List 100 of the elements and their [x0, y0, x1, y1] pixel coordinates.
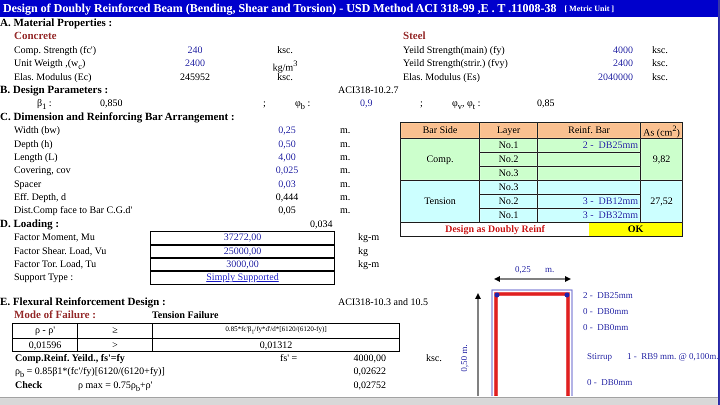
section-heading: B. Design Parameters :: [0, 84, 110, 98]
subsection-heading: Mode of Failure :: [13, 309, 97, 323]
field-value: 0,025: [274, 164, 300, 178]
unit-label: m.: [545, 264, 554, 274]
window-title: Design of Doubly Reinforced Beam (Bending, Shear and Torsion) - USD Method ACI 318-99 ,E . T .11008-38: [3, 1, 557, 16]
table-cell: ρ - ρ': [12, 323, 78, 339]
bar-label: 0 - DB0mm: [587, 376, 632, 387]
field-label: Depth (h): [13, 138, 54, 151]
table-cell: 0,01596: [12, 338, 78, 352]
table-cell: 2 - DB25mm: [538, 138, 640, 153]
field-label: Elas. Modulus (Ec): [13, 70, 92, 84]
column-header: Bar Side: [400, 122, 480, 139]
field-value: 0,02622: [352, 365, 386, 379]
table-cell: 27,52: [640, 180, 682, 223]
stirrup-value: 1 - RB9 mm. @ 0,100m.: [627, 350, 719, 361]
field-label: Elas. Modulus (Es): [403, 70, 481, 84]
field-value: 240: [186, 44, 204, 58]
unit-label: m.: [339, 138, 350, 151]
support-type-link[interactable]: Simply Supported: [206, 272, 279, 284]
field-value: 0,444: [274, 191, 300, 204]
table-cell: No.3: [480, 180, 538, 195]
unit-label: m.: [339, 124, 350, 138]
parameter-symbol: β$_{1}$ :: [37, 97, 53, 111]
table-cell: 3 - DB12mm: [538, 194, 640, 209]
field-value: 245952: [179, 70, 211, 84]
field-value: 0,9: [360, 97, 374, 111]
field-value: 0,05: [277, 204, 297, 218]
field-value: 4000,00: [352, 352, 386, 366]
field-label: Eff. Depth, d: [13, 191, 68, 204]
table-cell: No.1: [480, 208, 538, 223]
unit-label: kg/m$^{3}$: [272, 58, 298, 71]
field-value: 0,25: [277, 124, 297, 138]
section-heading: A. Material Properties :: [0, 17, 112, 30]
section-heading: D. Loading :: [0, 218, 60, 232]
field-value: 2400: [184, 57, 206, 71]
unit-label: m.: [339, 191, 350, 204]
separator-mark: ;: [420, 97, 424, 111]
field-label: Factor Tor. Load, Tu: [13, 258, 98, 272]
unit-label: kg-m: [357, 258, 380, 272]
field-label: Factor Shear. Load, Vu: [13, 244, 108, 258]
unit-label: m.: [339, 178, 350, 192]
column-header: Reinf. Bar: [538, 122, 640, 139]
field-value: 2040000: [597, 70, 633, 84]
field-label: Comp. Strength (fc'): [13, 44, 98, 58]
subsection-heading: Steel: [403, 30, 426, 44]
field-value: 0,850: [100, 97, 124, 111]
table-cell: Tension: [400, 180, 480, 223]
field-label: Check: [14, 378, 44, 392]
stirrup-label: Stirrup: [587, 350, 612, 361]
unit-label: m.: [339, 204, 350, 218]
separator-mark: ;: [263, 97, 267, 111]
field-label: Covering, cov: [13, 164, 72, 178]
dimension-label: 0,50 m.: [459, 344, 469, 372]
table-cell: No.2: [480, 194, 538, 209]
unit-label: ksc.: [276, 44, 294, 58]
value-cell: 3000,00: [150, 258, 335, 272]
column-header: Layer: [480, 122, 538, 139]
parameter-symbol: φ$_{v}$, φ$_{t}$ :: [452, 97, 482, 111]
reference-label: ACI318-10.3 and 10.5: [338, 296, 428, 310]
unit-tag: [ Metric Unit ]: [564, 4, 614, 13]
dimension-label: 0,25: [515, 264, 531, 274]
field-label: Factor Moment, Mu: [13, 231, 96, 245]
field-value: 4,00: [277, 150, 297, 164]
unit-label: ksc.: [277, 72, 294, 84]
field-value: 0,02752: [352, 378, 386, 392]
field-value: 4000: [612, 44, 633, 58]
table-cell: Comp.: [400, 138, 480, 181]
field-value: 0,03: [277, 178, 297, 192]
field-label: fs' =: [280, 352, 298, 366]
unit-label: ksc.: [651, 57, 668, 71]
bar-label: 0 - DB0mm: [583, 306, 628, 316]
value-cell: 37272,00: [150, 231, 335, 245]
table-cell: 0,01312: [152, 338, 400, 352]
field-label: Width (bw): [13, 124, 61, 138]
field-label: Dist.Comp face to Bar C.G.d': [13, 204, 134, 218]
table-cell: >: [78, 338, 152, 352]
field-label: Yeild Strength(strir.) (fvy): [403, 57, 509, 71]
unit-label: ksc.: [651, 70, 668, 84]
table-cell: 3 - DB32mm: [538, 208, 640, 223]
bar-label: 2 - DB25mm: [583, 290, 633, 300]
field-label: Support Type :: [13, 271, 74, 285]
status-cell: OK: [589, 223, 682, 236]
field-value: 0,85: [537, 97, 554, 111]
section-heading: C. Dimension and Reinforcing Bar Arrangement :: [0, 110, 235, 124]
table-cell: No.1: [480, 138, 538, 153]
field-label: Spacer: [13, 178, 42, 192]
subsection-heading: Concrete: [13, 30, 57, 44]
field-value: 2400: [612, 57, 633, 71]
failure-mode: Tension Failure: [152, 309, 218, 323]
unit-label: kg: [357, 244, 368, 258]
formula-text: ρ max = 0.75ρ$_{b}$+ρ': [78, 378, 154, 392]
unit-label: kg-m: [357, 231, 380, 245]
table-cell: No.2: [480, 152, 538, 167]
field-label: Unit Weigth ,(w$_{c}$): [13, 57, 86, 71]
unit-label: ksc.: [425, 352, 442, 366]
table-cell: 9,82: [640, 138, 682, 181]
reference-label: ACI318-10.2.7: [338, 84, 399, 98]
table-cell: No.3: [480, 166, 538, 181]
parameter-symbol: φ$_{b}$ :: [295, 97, 312, 111]
bar-label: 0 - DB0mm: [583, 322, 628, 332]
